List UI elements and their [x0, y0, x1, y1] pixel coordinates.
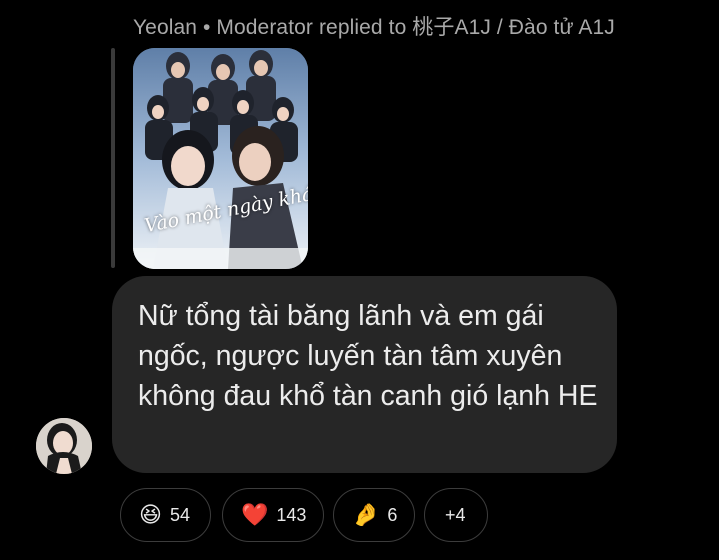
message-text: Nữ tổng tài băng lãnh và em gái ngốc, ng…	[138, 300, 598, 412]
reply-action: replied to	[318, 16, 407, 39]
reply-separator: •	[203, 16, 211, 39]
message-bubble[interactable]: Nữ tổng tài băng lãnh và em gái ngốc, ng…	[112, 276, 617, 473]
reaction-count: 54	[169, 504, 190, 525]
reaction-heart[interactable]: ❤️ 143	[222, 488, 324, 542]
reply-author-role: Moderator	[216, 16, 314, 39]
more-reactions-button[interactable]: +4	[424, 488, 488, 542]
reaction-pinched-fingers[interactable]: 🤌 6	[333, 488, 415, 542]
reply-quote-bar	[111, 48, 115, 268]
reply-author[interactable]: Yeolan	[133, 16, 197, 39]
quoted-image[interactable]: Vào một ngày khác	[133, 48, 308, 269]
poster-artwork	[133, 48, 308, 269]
avatar-photo	[36, 418, 92, 474]
reply-header: Yeolan • Moderator replied to 桃子A1J / Đà…	[133, 11, 615, 41]
reaction-count: 6	[387, 504, 398, 525]
reaction-count: 143	[276, 504, 307, 525]
red-heart-icon: ❤️	[241, 502, 269, 527]
reply-target[interactable]: 桃子A1J / Đào tử A1J	[412, 16, 615, 39]
laughing-face-icon: 😆	[139, 502, 162, 527]
pinched-fingers-icon: 🤌	[352, 502, 380, 527]
more-reactions-count: +4	[445, 504, 466, 525]
reaction-laughing[interactable]: 😆 54	[120, 488, 211, 542]
avatar[interactable]	[36, 418, 92, 474]
